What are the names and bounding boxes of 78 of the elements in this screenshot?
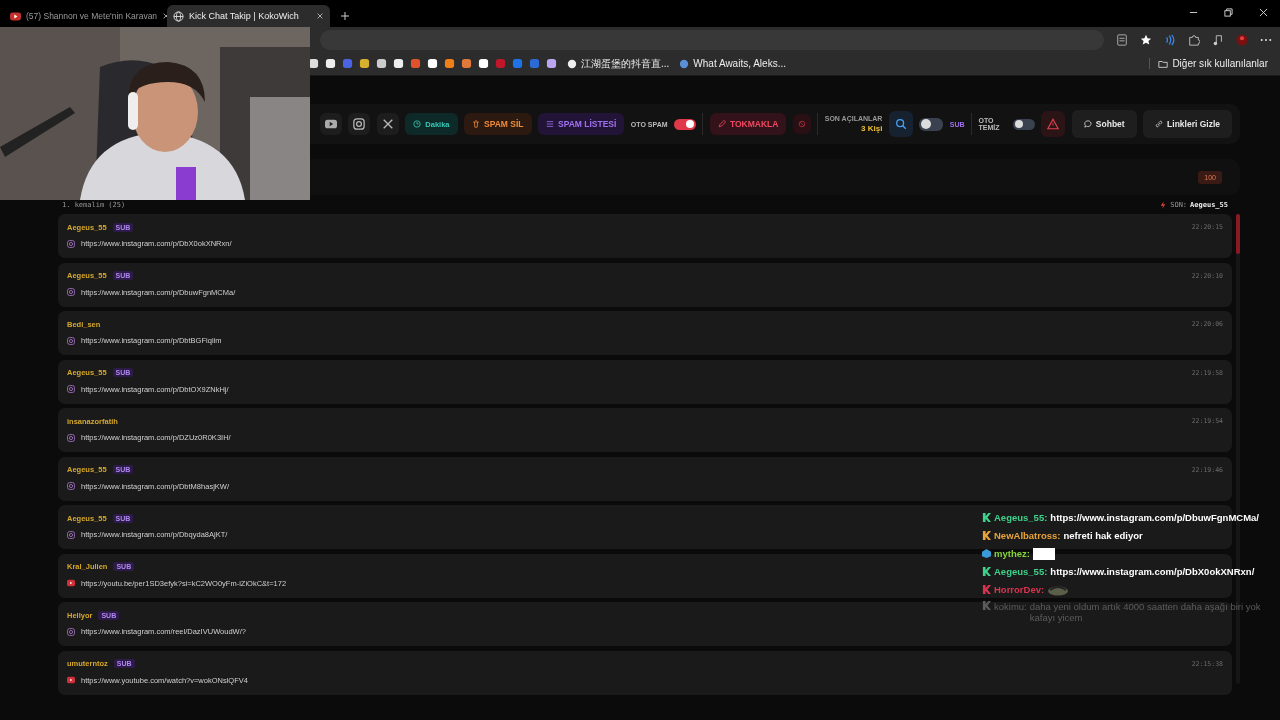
spam-listesi-button[interactable]: SPAM LİSTESİ	[537, 113, 625, 135]
x-button[interactable]	[376, 113, 399, 135]
linkleri-gizle-button[interactable]: Linkleri Gizle	[1143, 110, 1232, 138]
browser-tab[interactable]: Kick Chat Takip | KokoWich	[167, 5, 330, 27]
reader-icon[interactable]	[1116, 33, 1128, 46]
chat-username: HorrorDev:	[994, 584, 1045, 595]
youtube-button[interactable]	[320, 113, 342, 135]
instagram-icon	[67, 433, 75, 442]
pencil-icon	[717, 120, 726, 128]
recent-count: 3 Kişi	[861, 124, 883, 133]
bookmark-link[interactable]: What Awaits, Aleks...	[679, 58, 786, 69]
bookmark-icon[interactable]	[325, 58, 336, 69]
oto-spam-toggle[interactable]	[674, 118, 696, 130]
instagram-icon	[67, 627, 75, 636]
youtube-icon	[67, 676, 75, 684]
k-badge-icon	[982, 567, 991, 576]
bookmark-link[interactable]: 江湖蛋堡的抖音直...	[567, 56, 670, 71]
chat-username: mythez:	[994, 548, 1030, 559]
chat-username: kokimu:	[994, 601, 1027, 612]
instagram-icon	[67, 482, 75, 490]
clock-icon	[413, 120, 422, 128]
list-icon	[545, 120, 554, 128]
sub-toggle[interactable]	[919, 117, 944, 131]
spam-sil-button[interactable]: SPAM SİL	[464, 113, 532, 135]
close-icon[interactable]	[1259, 8, 1268, 17]
new-tab-icon[interactable]	[340, 11, 350, 21]
instagram-icon	[67, 239, 75, 248]
close-icon[interactable]	[316, 12, 324, 20]
sohbet-button[interactable]: Sohbet	[1071, 110, 1137, 138]
k-badge-icon	[982, 585, 991, 594]
instagram-button[interactable]	[348, 113, 371, 135]
warning-button[interactable]	[1041, 111, 1066, 137]
chat-message: nefreti hak ediyor	[1063, 530, 1143, 541]
k-badge-icon	[982, 531, 991, 540]
tokmakla-button[interactable]: TOKMAKLA	[709, 113, 787, 135]
ban-icon	[797, 120, 806, 128]
chat-icon	[1083, 120, 1092, 128]
instagram-icon	[67, 288, 75, 296]
bookmark-icon[interactable]	[427, 58, 438, 69]
bookmark-icon	[679, 58, 690, 69]
folder-icon	[1158, 58, 1169, 69]
bookmark-icon[interactable]	[393, 58, 404, 69]
bookmark-icon[interactable]	[478, 58, 489, 69]
music-icon[interactable]	[1212, 33, 1224, 46]
search-icon	[894, 118, 907, 130]
k-badge-icon	[982, 513, 991, 522]
k-badge-icon	[982, 601, 991, 610]
oto-temiz-toggle[interactable]	[1012, 118, 1035, 130]
restore-icon[interactable]	[1224, 8, 1233, 17]
chat-username: NewAlbatross:	[994, 530, 1061, 541]
bookmark-icon[interactable]	[546, 58, 557, 69]
bookmark-icon	[567, 58, 577, 69]
read-aloud-icon[interactable]	[1164, 33, 1176, 46]
instagram-icon	[67, 336, 75, 345]
link-icon	[1155, 120, 1164, 128]
avatar-icon[interactable]	[1236, 33, 1248, 46]
search-button[interactable]	[888, 111, 913, 137]
trash-icon	[472, 120, 480, 128]
x-icon	[381, 118, 394, 130]
bookmark-icon[interactable]	[376, 58, 387, 69]
instagram-icon	[353, 118, 366, 130]
scroll-thumb[interactable]	[1236, 214, 1240, 254]
warning-icon	[1047, 118, 1060, 130]
instagram-icon	[67, 530, 75, 539]
instagram-icon	[67, 385, 75, 393]
puzzle-icon[interactable]	[1188, 33, 1200, 46]
star-icon[interactable]	[1140, 33, 1152, 46]
chat-message: https://www.instagram.com/p/DbX0okXNRxn/	[1050, 566, 1255, 577]
bookmark-icon[interactable]	[359, 58, 370, 69]
bookmark-folder[interactable]: Diğer sık kullanılanlar	[1149, 58, 1268, 69]
chat-username: Aegeus_55:	[994, 566, 1048, 577]
youtube-icon	[325, 118, 337, 130]
bolt-icon	[1160, 201, 1167, 209]
chat-username: Aegeus_55:	[994, 512, 1048, 523]
youtube-icon	[10, 10, 21, 22]
chat-message: https://www.instagram.com/p/DbuwFgnMCMa/	[1050, 512, 1259, 523]
youtube-icon	[67, 579, 75, 587]
globe-icon	[173, 10, 184, 22]
